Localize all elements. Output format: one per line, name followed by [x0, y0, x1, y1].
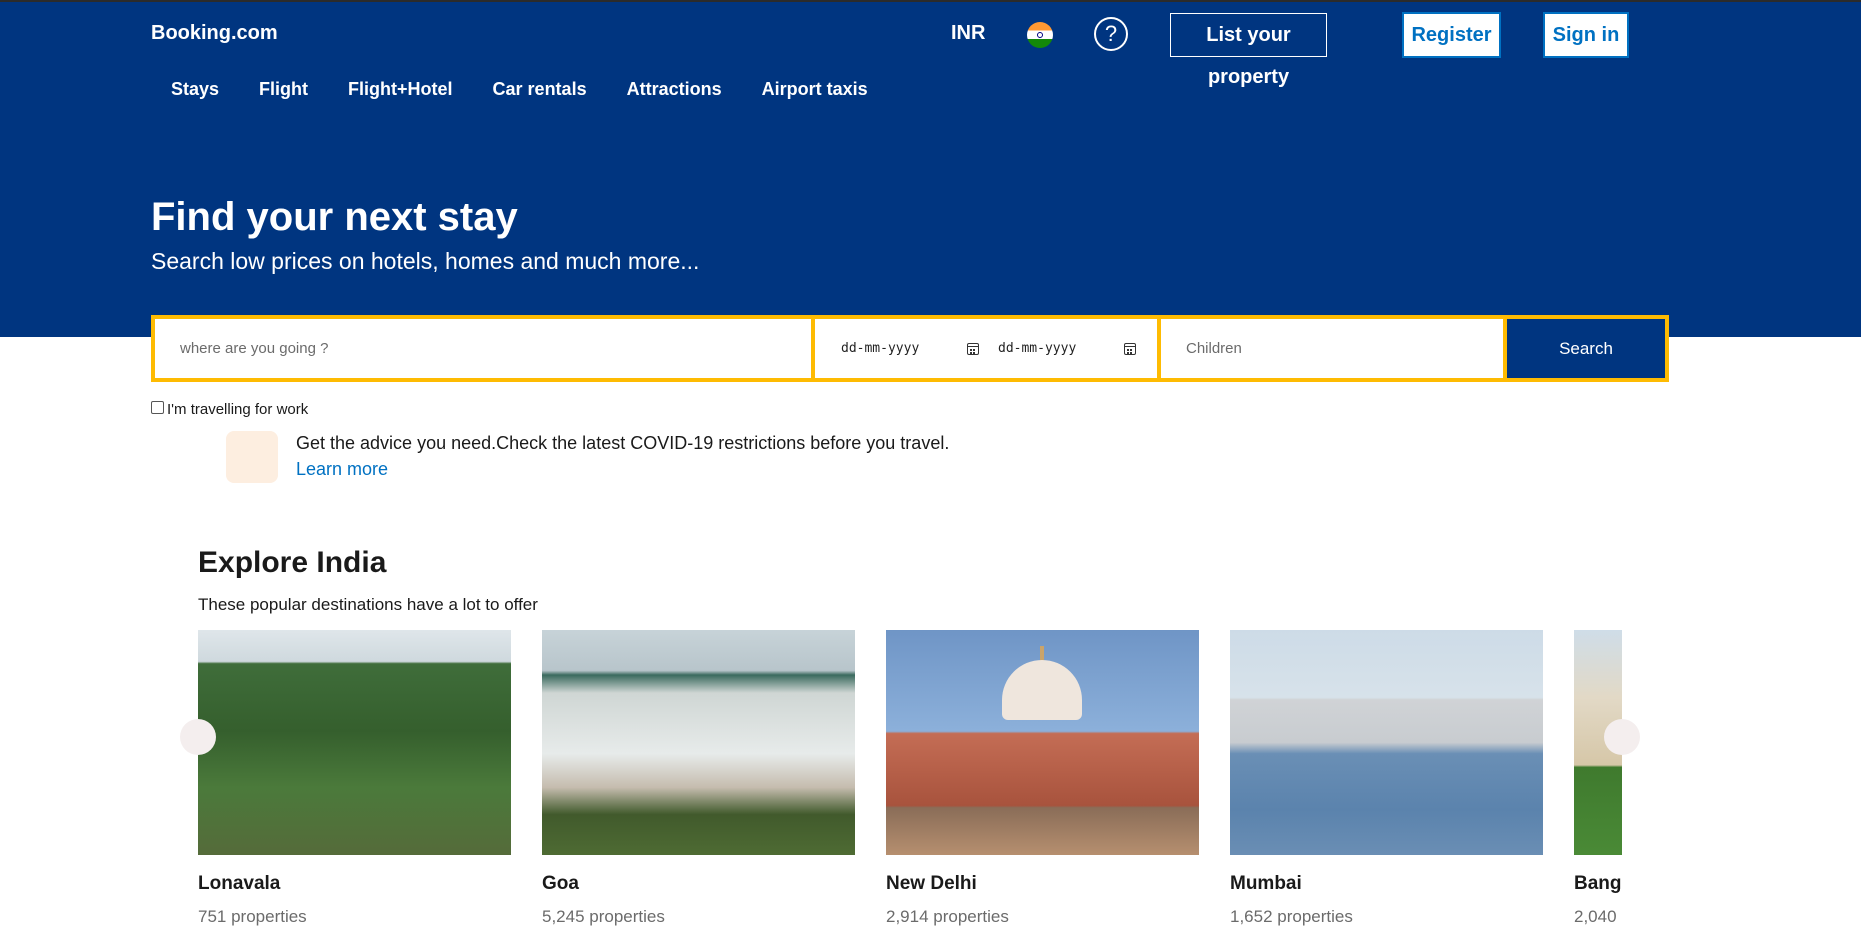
help-icon[interactable]: ?: [1094, 17, 1128, 51]
work-travel-option[interactable]: I'm travelling for work: [151, 401, 308, 418]
destination-field: [155, 319, 811, 378]
calendar-icon[interactable]: [967, 342, 979, 355]
hero-banner: Booking.com INR ? List your property Reg…: [0, 2, 1861, 337]
nav-item-car-rentals[interactable]: Car rentals: [473, 76, 607, 102]
checkout-date-input[interactable]: dd-mm-yyyy: [998, 319, 1148, 378]
mumbai-skyline-image[interactable]: [1230, 630, 1543, 855]
learn-more-link[interactable]: Learn more: [296, 458, 388, 480]
destination-card[interactable]: New Delhi 2,914 properties: [886, 630, 1199, 927]
site-logo[interactable]: Booking.com: [151, 22, 278, 45]
ashoka-chakra-icon: [1037, 32, 1043, 38]
nav-item-flight-hotel[interactable]: Flight+Hotel: [328, 76, 473, 102]
children-input[interactable]: [1161, 319, 1503, 378]
covid-notice-text: Get the advice you need.Check the latest…: [296, 433, 950, 453]
dates-field: dd-mm-yyyy dd-mm-yyyy: [815, 319, 1157, 378]
destination-name[interactable]: New Delhi: [886, 873, 1199, 895]
destination-input[interactable]: [155, 319, 811, 378]
checkin-date-input[interactable]: dd-mm-yyyy: [841, 319, 986, 378]
work-travel-checkbox[interactable]: [151, 401, 164, 414]
property-count: 2,040: [1574, 907, 1617, 926]
destinations-carousel: Lonavala 751 properties Goa 5,245 proper…: [198, 630, 1622, 930]
sign-in-button[interactable]: Sign in: [1543, 12, 1629, 58]
goa-beach-image[interactable]: [542, 630, 855, 855]
children-field: [1161, 319, 1503, 378]
destination-card[interactable]: Mumbai 1,652 properties: [1230, 630, 1543, 927]
nav-item-airport-taxis[interactable]: Airport taxis: [742, 76, 888, 102]
nav-item-flight[interactable]: Flight: [239, 76, 328, 102]
calendar-icon[interactable]: [1124, 342, 1136, 355]
search-bar: dd-mm-yyyy dd-mm-yyyy Search: [151, 315, 1669, 382]
property-count: 1,652 properties: [1230, 907, 1353, 926]
register-button[interactable]: Register: [1402, 12, 1501, 58]
destination-name[interactable]: Mumbai: [1230, 873, 1543, 895]
nav-item-attractions[interactable]: Attractions: [607, 76, 742, 102]
property-count: 5,245 properties: [542, 907, 665, 926]
currency-selector[interactable]: INR: [951, 22, 985, 45]
checkin-date-placeholder: dd-mm-yyyy: [841, 341, 920, 356]
explore-title: Explore India: [198, 546, 387, 579]
checkout-date-placeholder: dd-mm-yyyy: [998, 341, 1077, 356]
humayun-tomb-image[interactable]: [886, 630, 1199, 855]
india-flag-icon[interactable]: [1027, 22, 1053, 48]
tomb-dome: [1002, 660, 1082, 720]
destination-card[interactable]: Lonavala 751 properties: [198, 630, 511, 927]
work-travel-label: I'm travelling for work: [167, 401, 309, 418]
destination-name[interactable]: Goa: [542, 873, 855, 895]
property-count: 751 properties: [198, 907, 307, 926]
explore-subtitle: These popular destinations have a lot to…: [198, 595, 538, 614]
hero-title: Find your next stay: [151, 195, 518, 239]
destination-card[interactable]: Goa 5,245 properties: [542, 630, 855, 927]
covid-info-icon: [226, 431, 278, 483]
search-button[interactable]: Search: [1507, 319, 1665, 378]
destination-card[interactable]: Bang 2,040: [1574, 630, 1622, 927]
carousel-prev-button[interactable]: [180, 719, 216, 755]
main-nav: Stays Flight Flight+Hotel Car rentals At…: [151, 76, 888, 102]
destination-name[interactable]: Bang: [1574, 873, 1622, 895]
carousel-next-button[interactable]: [1604, 719, 1640, 755]
list-property-button[interactable]: List your property: [1170, 13, 1327, 88]
destination-name[interactable]: Lonavala: [198, 873, 511, 895]
nav-item-stays[interactable]: Stays: [151, 76, 239, 102]
lonavala-hills-image[interactable]: [198, 630, 511, 855]
property-count: 2,914 properties: [886, 907, 1009, 926]
hero-subtitle: Search low prices on hotels, homes and m…: [151, 248, 700, 274]
